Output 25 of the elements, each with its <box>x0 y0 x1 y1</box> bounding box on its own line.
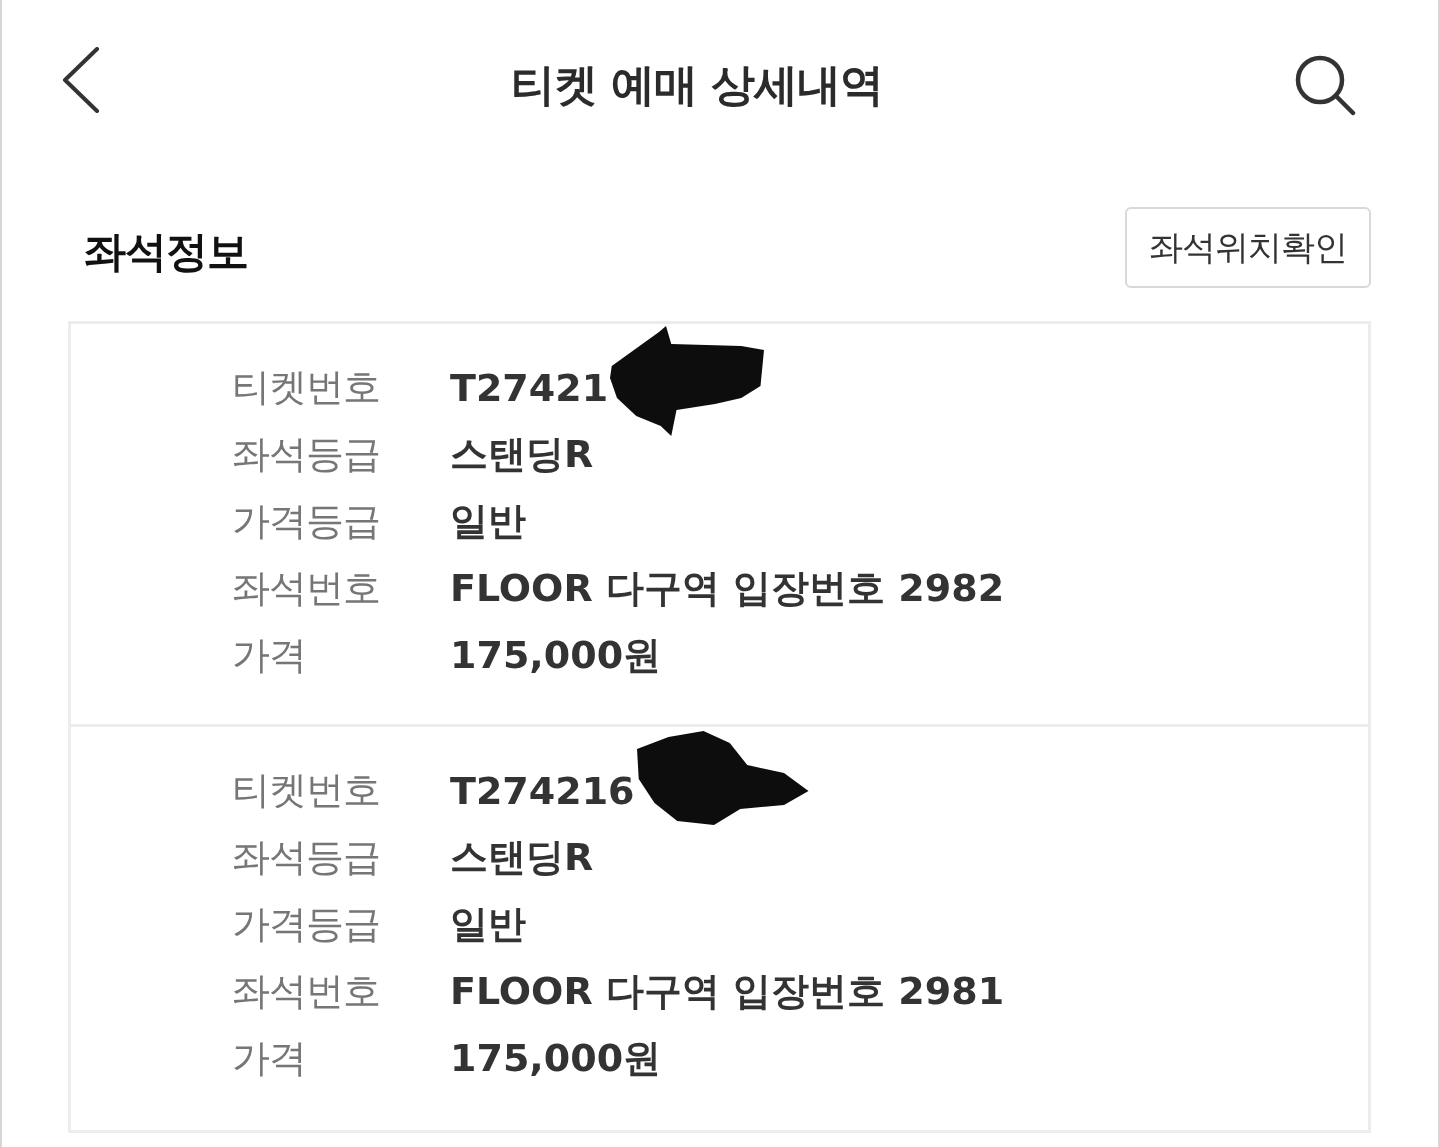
field-label: 가격등급 <box>232 498 381 545</box>
field-value: 일반 <box>450 498 526 545</box>
field-value: 일반 <box>450 901 526 948</box>
field-value: FLOOR 다구역 입장번호 2982 <box>450 565 1005 612</box>
field-label: 티켓번호 <box>232 364 381 411</box>
section-title: 좌석정보 <box>84 225 248 278</box>
field-label: 티켓번호 <box>232 767 381 814</box>
field-label: 좌석등급 <box>232 431 381 478</box>
field-value: 스탠딩R <box>450 834 594 881</box>
field-label: 좌석번호 <box>232 968 381 1015</box>
field-value: 175,000원 <box>450 1035 662 1082</box>
field-label: 좌석등급 <box>232 834 381 881</box>
field-value: T27421 <box>450 365 609 410</box>
field-label: 가격 <box>232 632 307 679</box>
field-label: 가격등급 <box>232 901 381 948</box>
back-icon[interactable] <box>62 47 100 113</box>
seat-location-button[interactable]: 좌석위치확인 <box>1125 207 1371 288</box>
field-value: T274216 <box>450 768 635 813</box>
field-value: 스탠딩R <box>450 431 594 478</box>
field-label: 가격 <box>232 1035 307 1082</box>
search-icon[interactable] <box>1294 54 1356 116</box>
field-value: FLOOR 다구역 입장번호 2981 <box>450 968 1005 1015</box>
field-value: 175,000원 <box>450 632 662 679</box>
page-title: 티켓 예매 상세내역 <box>510 57 884 112</box>
field-label: 좌석번호 <box>232 565 381 612</box>
